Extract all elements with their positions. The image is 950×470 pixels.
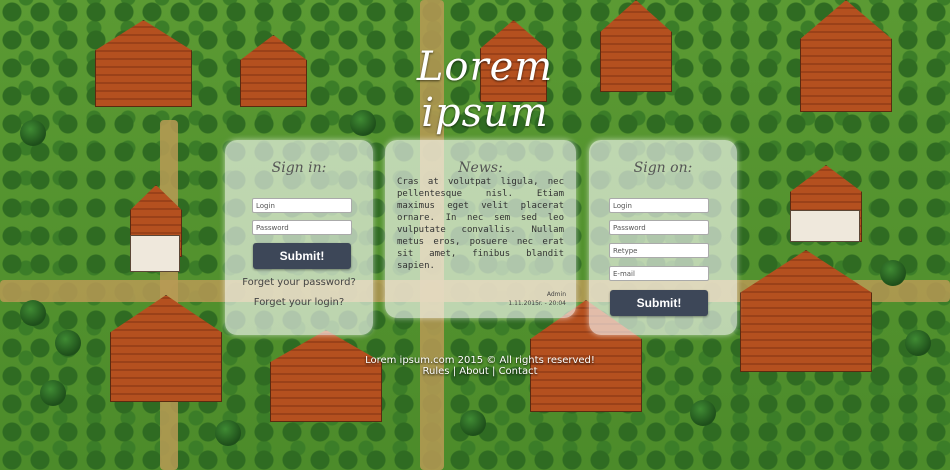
tree xyxy=(20,120,46,146)
tree xyxy=(40,380,66,406)
signup-title: Sign on: xyxy=(633,160,693,176)
tree xyxy=(55,330,81,356)
signin-submit-button[interactable]: Submit! xyxy=(253,243,351,269)
signup-submit-button[interactable]: Submit! xyxy=(610,290,708,316)
signup-panel: Sign on: Login Password Retype E-mail Su… xyxy=(589,140,737,335)
signin-title: Sign in: xyxy=(271,160,327,176)
tree xyxy=(460,410,486,436)
tree xyxy=(905,330,931,356)
signup-login-input[interactable]: Login xyxy=(609,198,709,213)
site-logo: Lorem ipsum xyxy=(416,44,554,136)
house-wall xyxy=(130,235,180,272)
signin-panel: Sign in: Login Password Submit! Forget y… xyxy=(225,140,373,335)
news-title: News: xyxy=(458,160,503,176)
tree xyxy=(880,260,906,286)
tree xyxy=(690,400,716,426)
dirt-path xyxy=(160,120,178,470)
tree xyxy=(215,420,241,446)
forgot-password-link[interactable]: Forget your password? xyxy=(225,277,373,288)
forgot-login-link[interactable]: Forget your login? xyxy=(225,297,373,308)
footer-link-contact[interactable]: Contact xyxy=(499,366,538,377)
footer-copyright: Lorem ipsum.com 2015 © All rights reserv… xyxy=(365,355,595,366)
footer-link-rules[interactable]: Rules xyxy=(423,366,450,377)
footer-links: Rules | About | Contact xyxy=(300,366,660,377)
footer-link-about[interactable]: About xyxy=(459,366,489,377)
tree xyxy=(20,300,46,326)
news-body: Cras at volutpat ligula, nec pellentesqu… xyxy=(397,177,564,271)
house-wall xyxy=(790,210,860,242)
news-date: 1.11.2015r. - 20:04 xyxy=(508,300,566,307)
news-meta: Admin 1.11.2015r. - 20:04 xyxy=(508,290,566,308)
signin-password-input[interactable]: Password xyxy=(252,220,352,235)
signin-login-input[interactable]: Login xyxy=(252,198,352,213)
footer-separator: | xyxy=(452,366,457,377)
signup-email-input[interactable]: E-mail xyxy=(609,266,709,281)
signup-retype-input[interactable]: Retype xyxy=(609,243,709,258)
news-author: Admin xyxy=(546,291,566,298)
footer-separator: | xyxy=(492,366,496,377)
tree xyxy=(350,110,376,136)
news-panel: News: Cras at volutpat ligula, nec pelle… xyxy=(385,140,576,318)
signup-password-input[interactable]: Password xyxy=(609,220,709,235)
